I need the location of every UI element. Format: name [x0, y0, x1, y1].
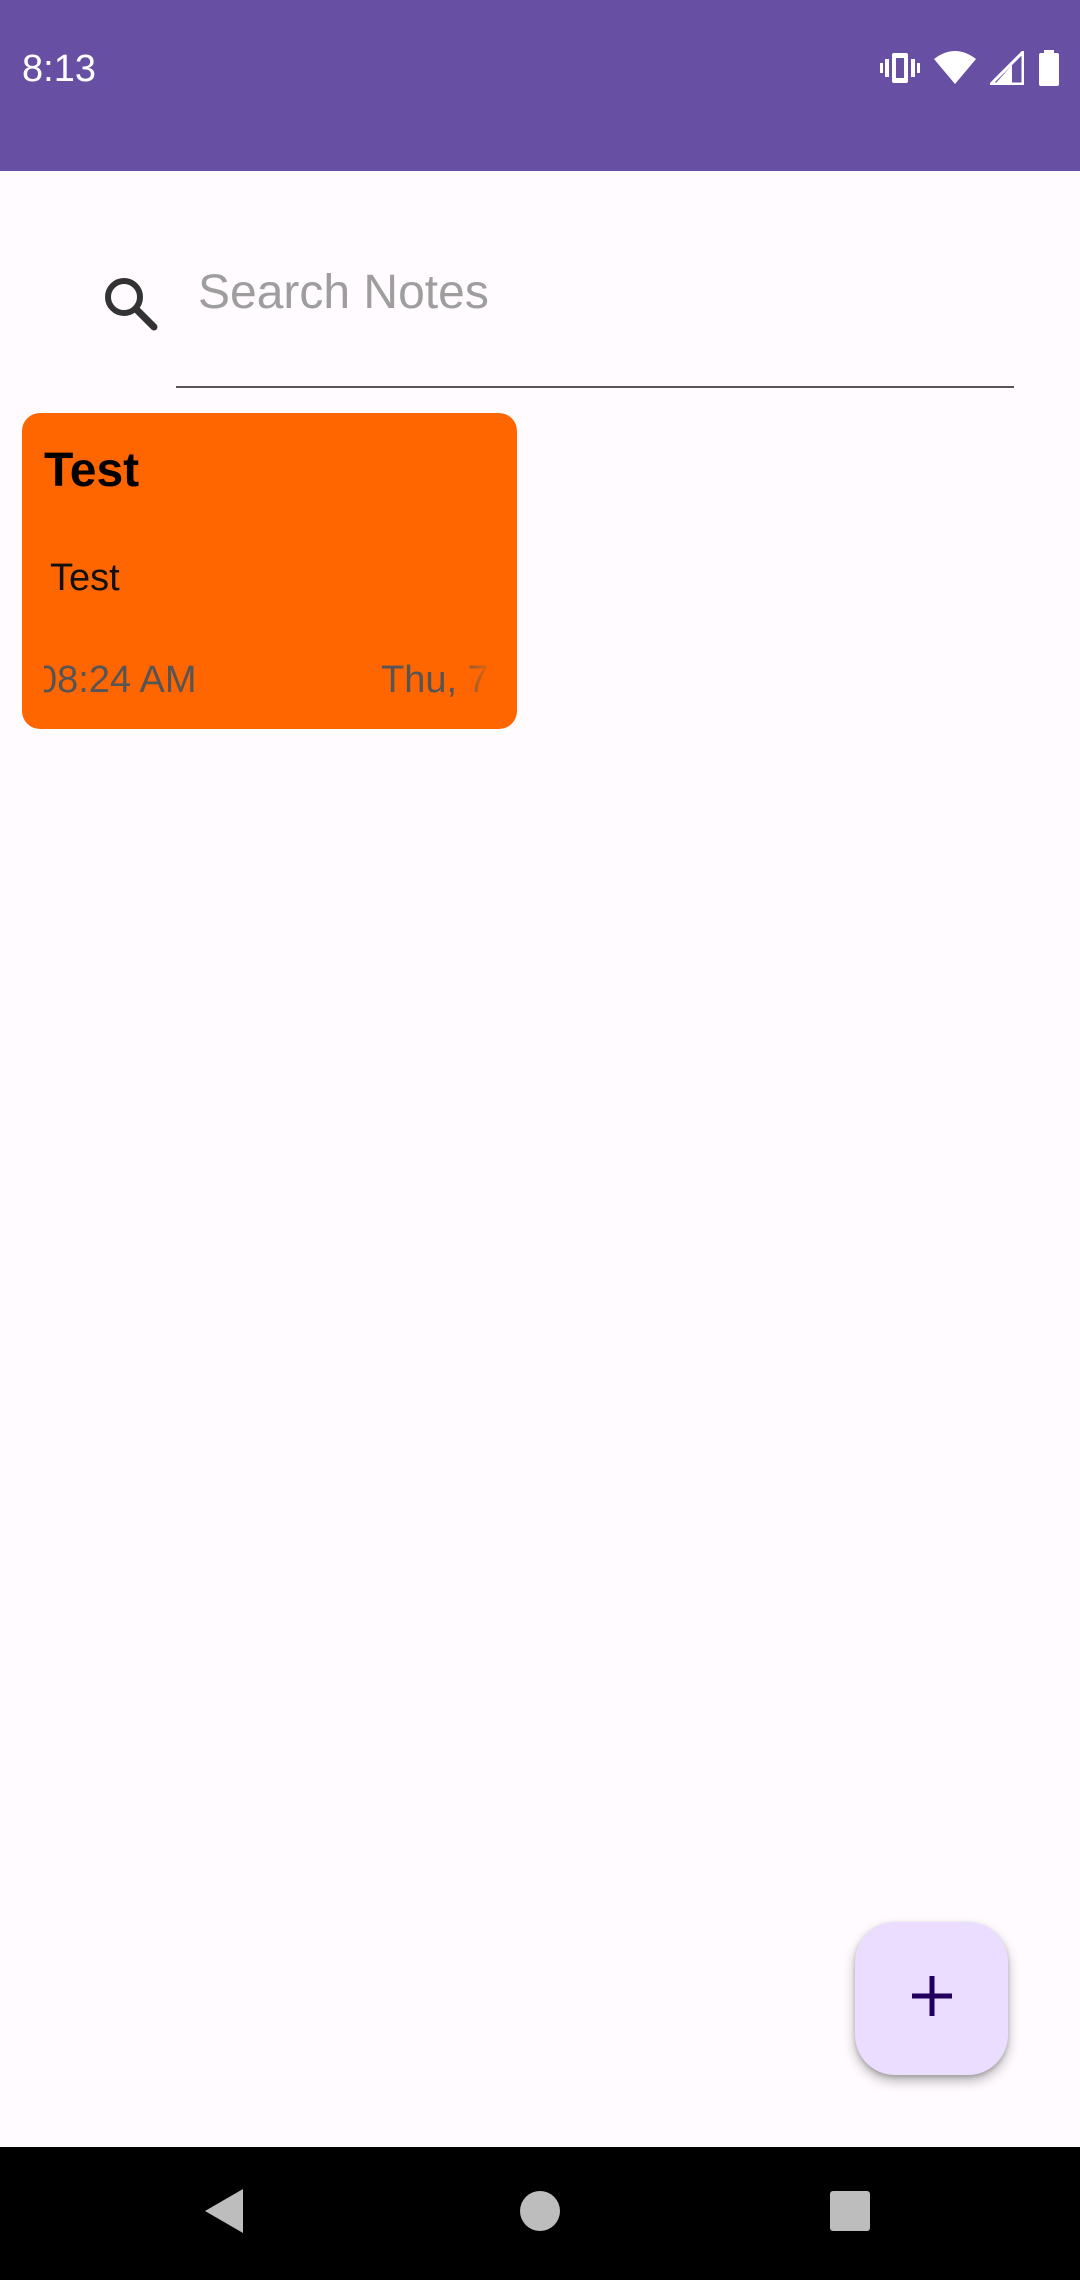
recents-icon: [829, 2190, 871, 2237]
note-body: Test: [50, 557, 120, 599]
plus-icon: [910, 1974, 954, 2023]
vibrate-icon: [880, 51, 920, 85]
battery-icon: [1038, 50, 1060, 86]
note-footer: 08:24 AM Thu, 7 S: [44, 655, 493, 705]
note-title: Test: [44, 444, 140, 497]
home-icon: [518, 2189, 562, 2238]
recents-button[interactable]: [790, 2147, 910, 2280]
note-time: 08:24 AM: [44, 659, 197, 701]
signal-icon: [990, 51, 1024, 85]
status-icons: [880, 48, 1060, 88]
back-icon: [203, 2187, 247, 2240]
note-footer-fade: [457, 655, 493, 705]
back-button[interactable]: [165, 2147, 285, 2280]
status-bar: 8:13: [0, 0, 1080, 171]
note-card[interactable]: Test Test 08:24 AM Thu, 7 S: [22, 413, 517, 729]
status-time: 8:13: [22, 48, 96, 90]
search-bar: [0, 240, 1080, 390]
home-button[interactable]: [480, 2147, 600, 2280]
wifi-icon: [934, 51, 976, 85]
add-note-button[interactable]: [855, 1922, 1008, 2075]
search-icon[interactable]: [101, 274, 161, 334]
navigation-bar: [0, 2147, 1080, 2280]
search-input[interactable]: [176, 240, 1014, 388]
